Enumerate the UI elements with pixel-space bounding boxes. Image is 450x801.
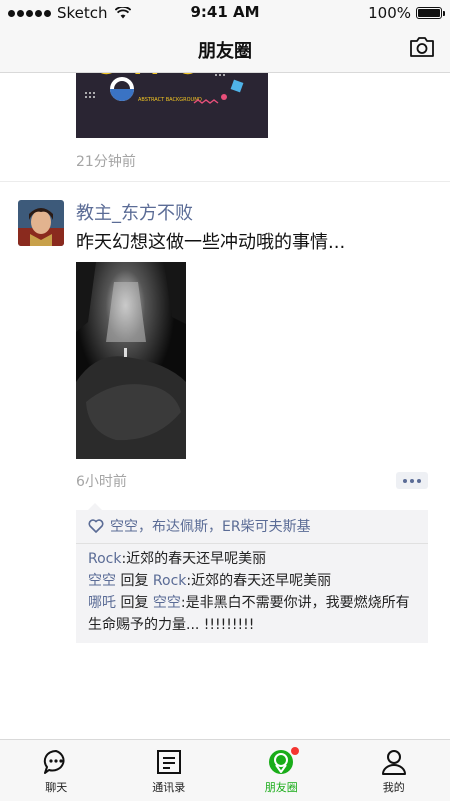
reply-word: 回复 — [120, 595, 148, 611]
contacts-list-icon — [155, 748, 183, 776]
camera-icon[interactable] — [408, 35, 436, 59]
svg-text:A: A — [136, 73, 157, 81]
notification-dot — [291, 747, 299, 755]
comment-author[interactable]: 哪吒 — [88, 595, 116, 611]
heart-icon — [88, 519, 104, 533]
svg-text:ABSTRACT BACKGROUND: ABSTRACT BACKGROUND — [138, 97, 202, 103]
moments-icon — [267, 748, 295, 776]
comment-list: Rock:近郊的春天还早呢美丽 空空 回复 Rock:近郊的春天还早呢美丽 哪吒… — [88, 548, 418, 636]
reply-word: 回复 — [120, 573, 148, 589]
svg-text:C: C — [94, 73, 115, 81]
profile-icon — [380, 748, 408, 776]
post-image[interactable] — [76, 262, 186, 459]
like-user[interactable]: 空空 — [110, 516, 138, 536]
comment-text: :近郊的春天还早呢美丽 — [186, 573, 331, 589]
tab-profile[interactable]: 我的 — [338, 740, 450, 801]
status-right: 100% — [368, 4, 442, 22]
svg-text:O: O — [176, 73, 200, 81]
post-text: 昨天幻想这做一些冲动哦的事情... — [76, 228, 345, 254]
more-options-button[interactable] — [396, 472, 428, 489]
nav-bar: 朋友圈 — [0, 26, 450, 73]
divider — [76, 543, 428, 544]
battery-percent: 100% — [368, 4, 411, 22]
moments-feed[interactable]: C A O ABSTRACT BACKGROUND 21分钟前 — [0, 73, 450, 739]
tab-label: 聊天 — [45, 779, 67, 795]
status-bar: Sketch 9:41 AM 100% — [0, 0, 450, 26]
reply-target[interactable]: 空空 — [153, 595, 181, 611]
likes-row: 空空 ， 布达佩斯 ， ER柴可夫斯基 — [88, 511, 311, 541]
tab-label: 通讯录 — [152, 779, 185, 795]
like-user[interactable]: 布达佩斯 — [152, 516, 208, 536]
chat-bubble-icon — [42, 748, 70, 776]
tab-label: 我的 — [383, 779, 405, 795]
comment-text: :近郊的春天还早呢美丽 — [121, 551, 266, 567]
comment-item[interactable]: 空空 回复 Rock:近郊的春天还早呢美丽 — [88, 570, 418, 592]
avatar[interactable] — [18, 200, 64, 246]
post-timestamp: 21分钟前 — [76, 151, 136, 171]
tab-contacts[interactable]: 通讯录 — [113, 740, 226, 801]
tab-label: 朋友圈 — [265, 779, 298, 795]
reply-target[interactable]: Rock — [153, 573, 186, 589]
like-separator: ， — [138, 516, 152, 536]
tab-chat[interactable]: 聊天 — [0, 740, 113, 801]
post-divider — [0, 181, 450, 182]
comment-item[interactable]: 哪吒 回复 空空:是非黑白不需要你讲，我要燃烧所有生命赐予的力量... !!!!… — [88, 592, 418, 636]
comment-author[interactable]: Rock — [88, 551, 121, 567]
battery-icon — [416, 7, 442, 19]
likes-comments-box: 空空 ， 布达佩斯 ， ER柴可夫斯基 Rock:近郊的春天还早呢美丽 空空 回… — [76, 510, 428, 643]
comment-item[interactable]: Rock:近郊的春天还早呢美丽 — [88, 548, 418, 570]
tab-moments[interactable]: 朋友圈 — [225, 740, 338, 801]
post-timestamp: 6小时前 — [76, 471, 127, 491]
tab-bar: 聊天 通讯录 朋友圈 我的 — [0, 739, 450, 801]
post-image-abstract[interactable]: C A O ABSTRACT BACKGROUND — [76, 73, 268, 138]
page-title: 朋友圈 — [0, 37, 450, 63]
like-user[interactable]: ER柴可夫斯基 — [222, 516, 311, 536]
like-separator: ， — [208, 516, 222, 536]
comment-author[interactable]: 空空 — [88, 573, 116, 589]
post-author[interactable]: 教主_东方不败 — [76, 199, 193, 225]
